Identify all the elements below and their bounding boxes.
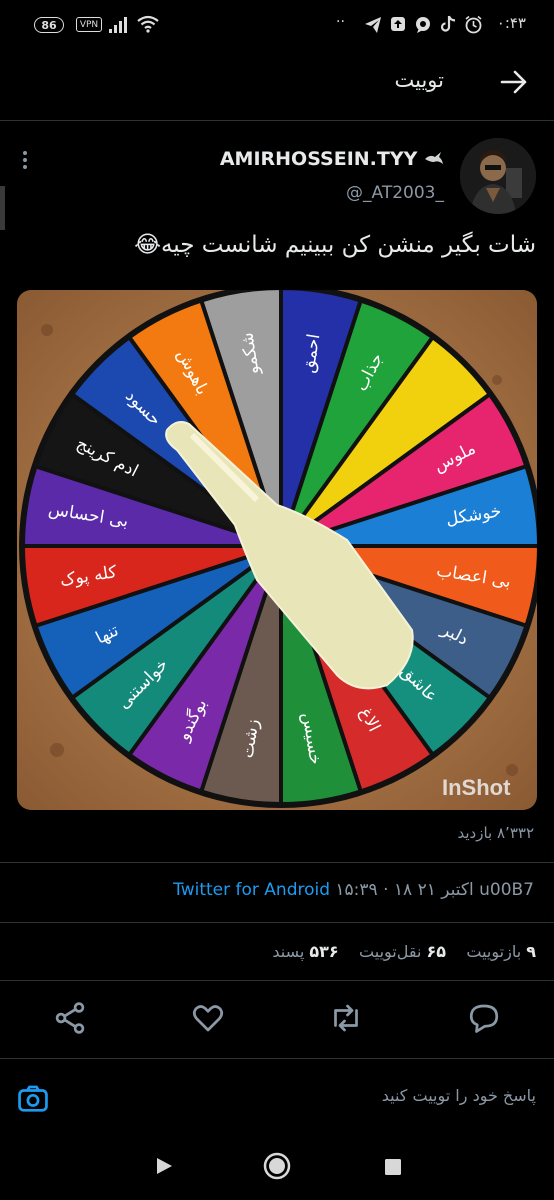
likes-stat[interactable]: ۵۳۶ پسند <box>272 942 338 961</box>
alarm-icon <box>465 15 482 34</box>
retweet-icon[interactable] <box>328 1000 364 1036</box>
author-name-text: AMIRHOSSEIN.TYY <box>219 148 418 170</box>
author-name[interactable]: AMIRHOSSEIN.TYY <box>220 148 444 170</box>
tweet-meta: Twitter for Android ۱۵:۳۹ · ۱۸ اکتبر ۲۱ … <box>173 880 534 900</box>
divider <box>0 922 554 923</box>
system-nav-bar <box>0 1140 554 1200</box>
quotes-stat[interactable]: ۶۵ نقل‌توییت <box>359 942 446 961</box>
quotes-label: نقل‌توییت <box>359 942 422 961</box>
quotes-count: ۶۵ <box>426 942 447 961</box>
chat-icon <box>416 17 430 33</box>
author-handle[interactable]: @_AT2003_ <box>346 183 444 203</box>
page-title: توییت <box>394 68 445 92</box>
tweet-actions <box>0 990 554 1048</box>
avatar[interactable] <box>460 138 536 214</box>
home-circle-icon[interactable] <box>263 1152 291 1180</box>
upload-icon <box>391 17 405 31</box>
tweet-media[interactable]: شکمو احمق جذاب ملوس خوشکل بی اعصاب دلبر عاشق الا… <box>17 290 537 810</box>
tweet-timestamp: ۱۵:۳۹ · ۱۸ اکتبر ۲۱ u00B7 <box>335 880 534 900</box>
view-count: ۸٬۳۳۲ بازدید <box>457 824 535 842</box>
telegram-icon <box>365 17 381 33</box>
tweet-stats: ۹ بازتوییت ۶۵ نقل‌توییت ۵۳۶ پسند <box>272 942 536 961</box>
back-arrow-icon[interactable] <box>500 70 528 94</box>
reply-input[interactable]: پاسخ خود را توییت کنید <box>382 1086 536 1105</box>
divider <box>0 862 554 863</box>
divider <box>0 980 554 981</box>
share-icon[interactable] <box>52 1000 88 1036</box>
status-clock: ۰:۴۳ <box>496 14 526 32</box>
signal-icon <box>109 17 127 33</box>
like-heart-icon[interactable] <box>190 1000 226 1036</box>
likes-label: پسند <box>272 942 305 961</box>
watermark: InShot <box>442 775 511 800</box>
wheel-image: شکمو احمق جذابملوسخوشکلبی اعصابدلبرعاشقالا… <box>17 290 537 810</box>
retweets-count: ۹ <box>526 942 536 961</box>
recents-square-icon[interactable] <box>384 1158 402 1176</box>
divider <box>0 1058 554 1059</box>
source-link[interactable]: Twitter for Android <box>173 880 330 900</box>
vpn-indicator: VPN <box>76 17 102 32</box>
likes-count: ۵۳۶ <box>309 942 339 961</box>
retweets-stat[interactable]: ۹ بازتوییت <box>466 942 536 961</box>
top-app-bar: توییت <box>0 50 554 121</box>
more-options-icon[interactable] <box>22 150 28 170</box>
reply-composer[interactable]: پاسخ خود را توییت کنید <box>0 1068 554 1130</box>
status-bar: 86 VPN ·· ۰:۴۳ <box>0 0 554 50</box>
tweet-text: شات بگیر منشن کن ببینیم شانست چیه😂 <box>134 232 536 258</box>
tiktok-icon <box>440 15 456 32</box>
scroll-indicator <box>0 186 5 230</box>
camera-icon[interactable] <box>16 1082 50 1116</box>
retweets-label: بازتوییت <box>466 942 522 961</box>
back-triangle-icon[interactable] <box>154 1156 174 1176</box>
bird-icon <box>425 152 443 164</box>
wifi-icon <box>137 15 159 33</box>
reply-icon[interactable] <box>466 1000 502 1036</box>
more-dots-icon: ·· <box>336 14 345 30</box>
battery-indicator: 86 <box>34 17 64 33</box>
